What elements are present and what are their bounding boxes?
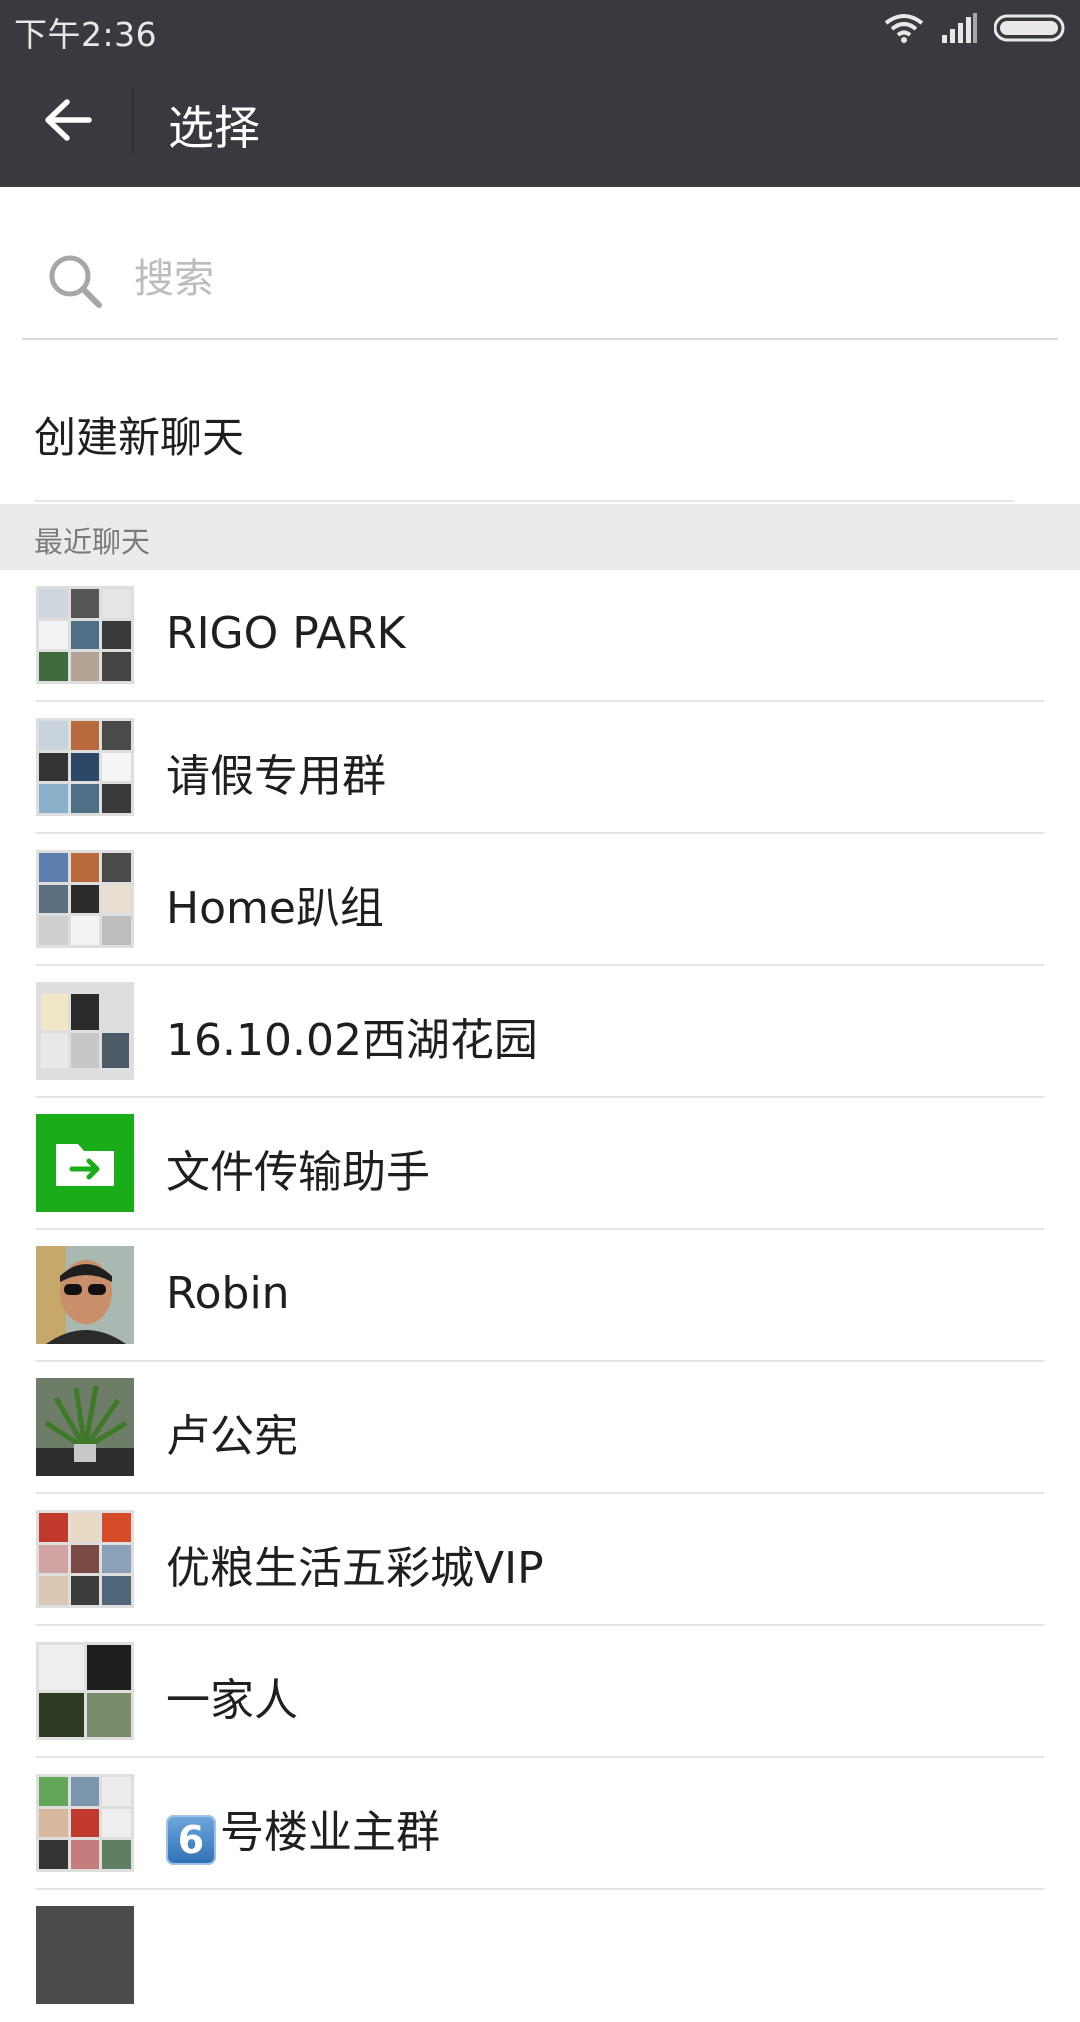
- person-photo-icon: [36, 1246, 134, 1344]
- chat-name: 文件传输助手: [166, 1147, 430, 1198]
- group-avatar: [36, 982, 134, 1080]
- chat-name: 6 号楼业主群: [166, 1796, 440, 1865]
- chat-name: 一家人: [166, 1675, 298, 1726]
- search-underline: [22, 338, 1058, 340]
- group-avatar: [36, 1774, 134, 1872]
- chat-list-item[interactable]: Home趴组: [0, 834, 1080, 966]
- chat-list-item[interactable]: 文件传输助手: [0, 1098, 1080, 1230]
- chat-name: Robin: [166, 1268, 290, 1319]
- status-time: 下午2:36: [14, 15, 158, 54]
- chat-name: 优粮生活五彩城VIP: [166, 1543, 544, 1594]
- chat-list-item[interactable]: RIGO PARK: [0, 570, 1080, 702]
- chat-list-item[interactable]: 优粮生活五彩城VIP: [0, 1494, 1080, 1626]
- search-bar: [22, 240, 1058, 340]
- chat-name: RIGO PARK: [166, 608, 406, 659]
- status-bar: 下午2:36: [0, 0, 1080, 54]
- group-avatar: [36, 1642, 134, 1740]
- plant-photo-icon: [36, 1378, 134, 1476]
- chat-list-item[interactable]: 一家人: [0, 1626, 1080, 1758]
- app-bar-divider: [132, 88, 134, 154]
- signal-icon: [942, 13, 977, 43]
- wifi-icon: [884, 14, 924, 43]
- status-icons: [884, 12, 1066, 44]
- chat-list-item[interactable]: 卢公宪: [0, 1362, 1080, 1494]
- group-avatar: [36, 586, 134, 684]
- chat-name: Home趴组: [166, 883, 384, 934]
- chat-name: 16.10.02西湖花园: [166, 1015, 538, 1066]
- create-new-chat-label: 创建新聊天: [34, 413, 245, 462]
- search-icon: [49, 255, 102, 308]
- back-arrow-icon: [45, 99, 92, 141]
- app-bar: 选择: [0, 54, 1080, 187]
- chat-list-item[interactable]: Robin: [0, 1230, 1080, 1362]
- group-avatar: [36, 718, 134, 816]
- chat-name: 请假专用群: [166, 751, 386, 802]
- file-transfer-avatar: [36, 1114, 134, 1212]
- divider: [34, 500, 1014, 502]
- file-transfer-icon: [56, 1144, 114, 1186]
- create-new-chat-button[interactable]: 创建新聊天: [0, 372, 1080, 502]
- group-avatar: [36, 850, 134, 948]
- battery-icon: [994, 14, 1065, 42]
- avatar: [36, 1378, 134, 1476]
- chat-list-item[interactable]: [0, 1890, 1080, 2022]
- chat-name-text: 号楼业主群: [220, 1807, 440, 1858]
- back-button[interactable]: [32, 84, 104, 156]
- group-avatar: [36, 1510, 134, 1608]
- search-input[interactable]: [132, 248, 1016, 310]
- number-six-badge: 6: [166, 1815, 216, 1865]
- chat-list-item[interactable]: 请假专用群: [0, 702, 1080, 834]
- chat-name: 卢公宪: [166, 1411, 298, 1462]
- chat-list-item[interactable]: 6 号楼业主群: [0, 1758, 1080, 1890]
- chat-list-item[interactable]: 16.10.02西湖花园: [0, 966, 1080, 1098]
- avatar: [36, 1246, 134, 1344]
- recent-chats-header: 最近聊天: [0, 504, 1080, 570]
- recent-chat-list: RIGO PARK 请假专用群 Home趴组 16.10.02西湖花园 文件传输…: [0, 570, 1080, 2022]
- recent-chats-header-label: 最近聊天: [34, 525, 151, 559]
- page-title: 选择: [168, 101, 260, 155]
- avatar: [36, 1906, 134, 2004]
